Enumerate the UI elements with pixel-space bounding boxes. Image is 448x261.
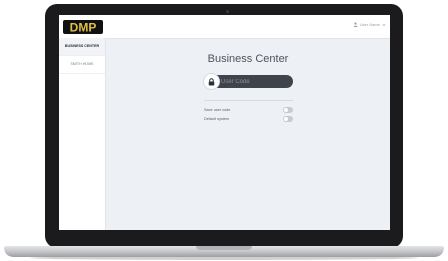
user-code-input[interactable] — [221, 76, 287, 87]
laptop-notch — [196, 246, 252, 250]
save-user-code-row: Save user code — [204, 106, 293, 114]
lock-button[interactable] — [204, 74, 219, 89]
user-icon — [353, 22, 358, 27]
divider — [204, 100, 293, 101]
app-screen: DMP User Name BUSINESS CENTER SMITH HOME… — [59, 15, 390, 230]
user-name: User Name — [359, 22, 380, 27]
main-panel: Business Center Save user code Default s… — [106, 38, 390, 230]
camera-icon — [226, 10, 229, 13]
sidebar-item-business-center[interactable]: BUSINESS CENTER — [59, 38, 105, 56]
lock-icon — [208, 77, 215, 85]
default-system-toggle[interactable] — [283, 116, 293, 122]
sidebar-item-smith-home[interactable]: SMITH HOME — [59, 56, 105, 74]
logo-text: DMP — [70, 21, 97, 35]
save-user-code-label: Save user code — [204, 108, 231, 112]
dmp-logo: DMP — [63, 20, 103, 35]
user-menu[interactable]: User Name — [353, 22, 386, 27]
default-system-row: Default system — [204, 115, 293, 123]
top-bar: DMP User Name — [59, 15, 390, 39]
save-user-code-toggle[interactable] — [283, 107, 293, 113]
chevron-down-icon — [382, 23, 386, 26]
sidebar: BUSINESS CENTER SMITH HOME — [59, 38, 106, 230]
default-system-label: Default system — [204, 117, 230, 121]
page-title: Business Center — [207, 53, 289, 65]
